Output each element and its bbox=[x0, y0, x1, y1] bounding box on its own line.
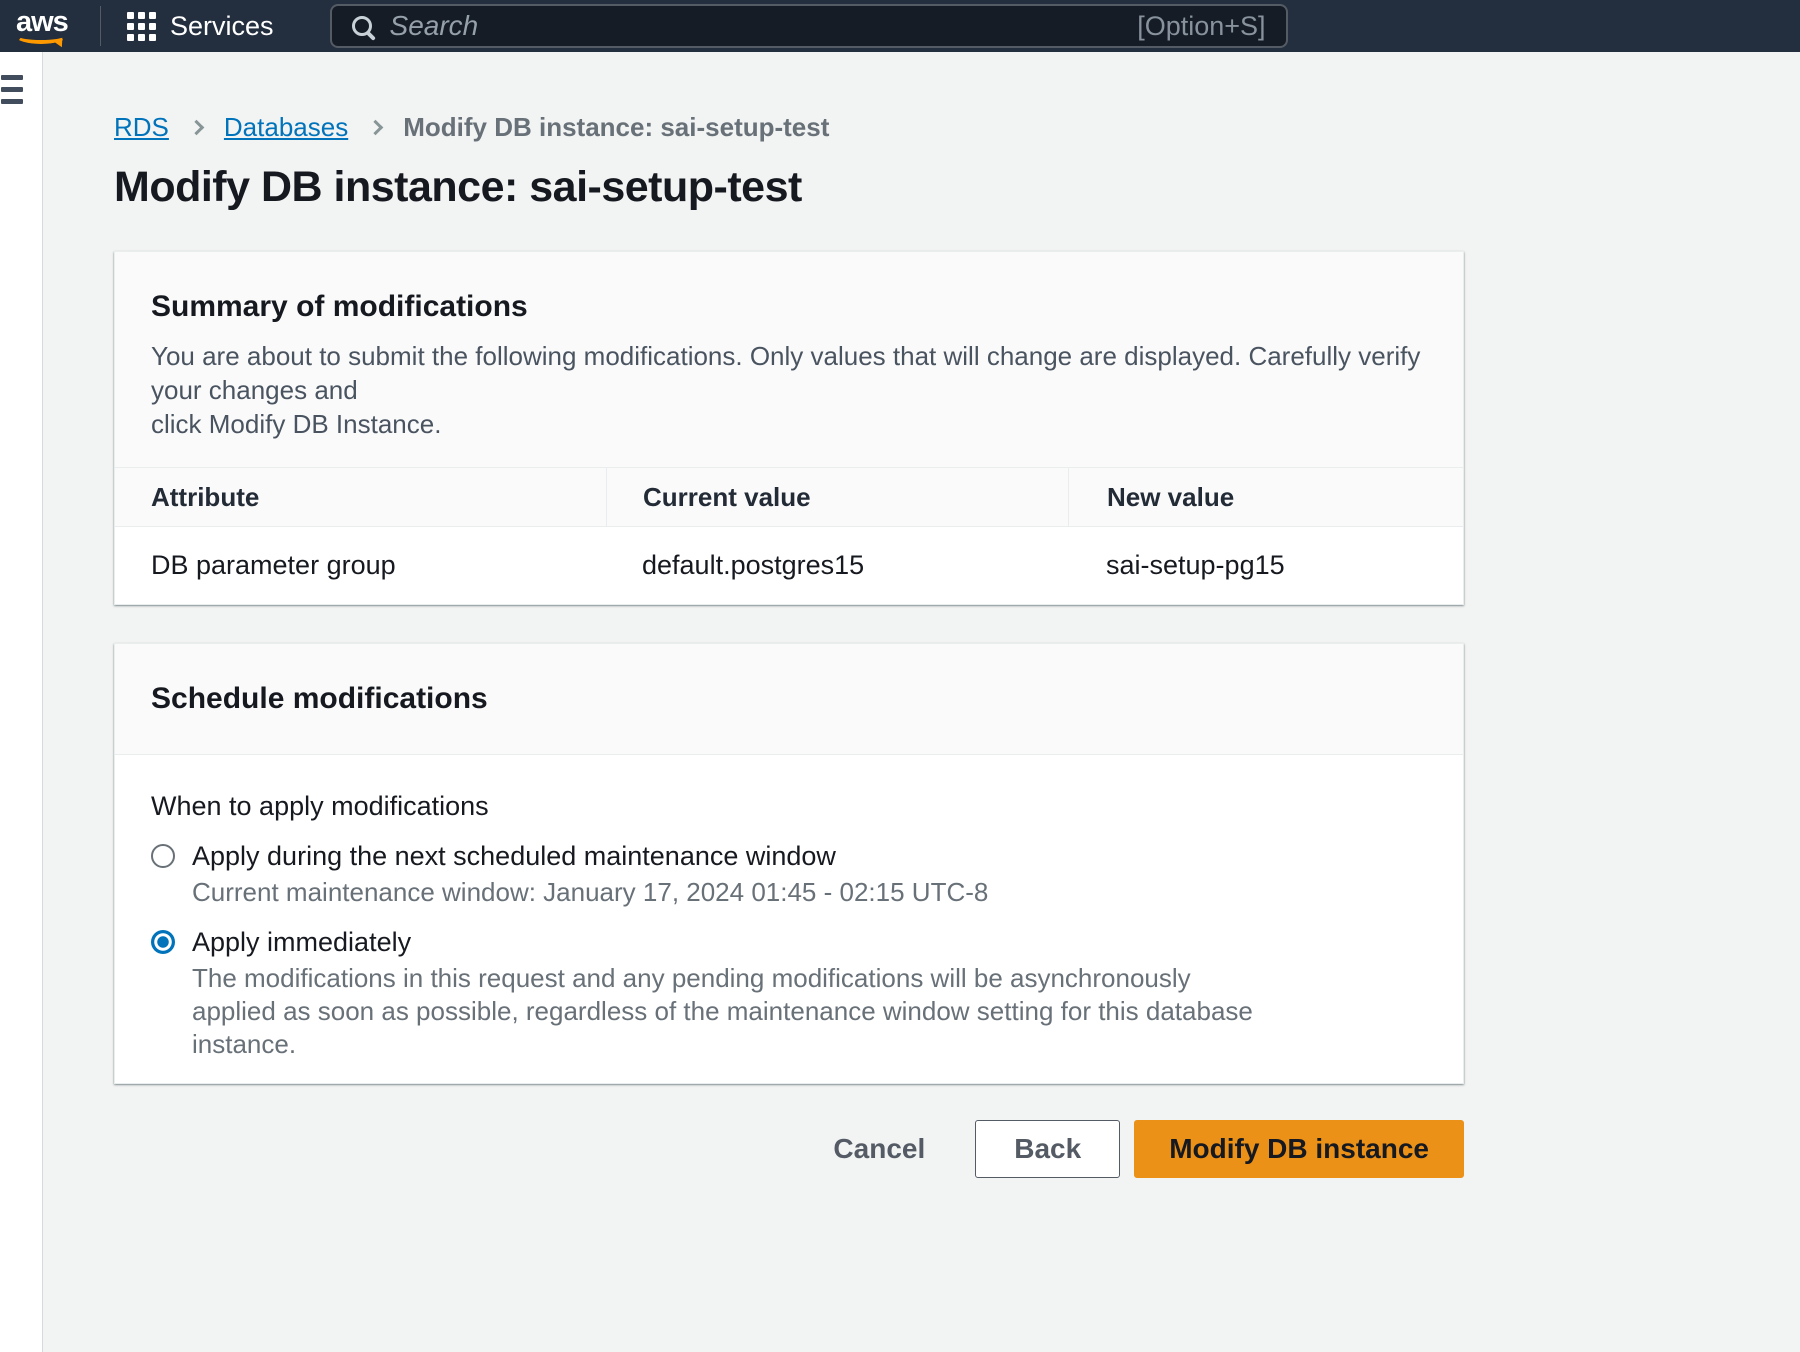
table-row: DB parameter group default.postgres15 sa… bbox=[115, 527, 1463, 604]
radio-unselected-icon[interactable] bbox=[151, 844, 175, 868]
radio-option-apply-immediately[interactable]: Apply immediately The modifications in t… bbox=[151, 925, 1427, 1061]
when-to-apply-label: When to apply modifications bbox=[151, 789, 1427, 823]
radio-option-maintenance-window[interactable]: Apply during the next scheduled maintena… bbox=[151, 839, 1427, 909]
cancel-button[interactable]: Cancel bbox=[807, 1120, 951, 1178]
summary-card-title: Summary of modifications bbox=[151, 288, 1427, 326]
back-button[interactable]: Back bbox=[975, 1120, 1120, 1178]
search-shortcut-hint: [Option+S] bbox=[1137, 11, 1265, 42]
summary-card-description: You are about to submit the following mo… bbox=[151, 339, 1427, 441]
schedule-card-title: Schedule modifications bbox=[151, 680, 1427, 718]
form-actions: Cancel Back Modify DB instance bbox=[114, 1120, 1464, 1178]
aws-smile-icon bbox=[16, 29, 66, 44]
schedule-modifications-card: Schedule modifications When to apply mod… bbox=[114, 643, 1464, 1084]
schedule-card-body: When to apply modifications Apply during… bbox=[115, 755, 1463, 1083]
modifications-table: Attribute Current value New value DB par… bbox=[115, 467, 1463, 604]
aws-logo[interactable]: aws bbox=[16, 9, 78, 44]
apply-immediately-description: The modifications in this request and an… bbox=[192, 962, 1253, 1061]
radio-label-apply-immediately: Apply immediately bbox=[192, 925, 1253, 959]
services-grid-icon bbox=[127, 12, 156, 41]
table-header-row: Attribute Current value New value bbox=[115, 467, 1463, 527]
chevron-right-icon bbox=[189, 120, 205, 136]
top-navigation-bar: aws Services Search [Option+S] bbox=[0, 0, 1800, 52]
collapsed-sidebar bbox=[0, 52, 43, 1352]
modify-db-instance-button[interactable]: Modify DB instance bbox=[1134, 1120, 1464, 1178]
cell-new-value: sai-setup-pg15 bbox=[1068, 550, 1463, 581]
services-menu-button[interactable]: Services bbox=[101, 0, 300, 52]
maintenance-window-description: Current maintenance window: January 17, … bbox=[192, 876, 988, 909]
search-icon bbox=[352, 16, 372, 36]
chevron-right-icon bbox=[368, 120, 384, 136]
radio-label-maintenance-window: Apply during the next scheduled maintena… bbox=[192, 839, 988, 873]
radio-selected-icon[interactable] bbox=[151, 930, 175, 954]
sidebar-hamburger-button[interactable] bbox=[1, 75, 23, 104]
column-header-attribute: Attribute bbox=[115, 468, 606, 526]
breadcrumb-link-databases[interactable]: Databases bbox=[224, 112, 348, 143]
schedule-card-header: Schedule modifications bbox=[115, 644, 1463, 755]
summary-of-modifications-card: Summary of modifications You are about t… bbox=[114, 251, 1464, 605]
search-placeholder: Search bbox=[390, 10, 1138, 42]
column-header-new-value: New value bbox=[1068, 468, 1463, 526]
global-search-input[interactable]: Search [Option+S] bbox=[330, 4, 1288, 48]
main-content: RDS Databases Modify DB instance: sai-se… bbox=[44, 52, 1800, 1178]
breadcrumb-link-rds[interactable]: RDS bbox=[114, 112, 169, 143]
breadcrumb: RDS Databases Modify DB instance: sai-se… bbox=[114, 112, 1464, 143]
services-label: Services bbox=[170, 11, 274, 42]
cell-attribute: DB parameter group bbox=[115, 550, 606, 581]
column-header-current-value: Current value bbox=[606, 468, 1068, 526]
cell-current-value: default.postgres15 bbox=[606, 550, 1068, 581]
page-title: Modify DB instance: sai-setup-test bbox=[114, 161, 1464, 213]
summary-card-header: Summary of modifications You are about t… bbox=[115, 252, 1463, 467]
breadcrumb-current-item: Modify DB instance: sai-setup-test bbox=[403, 112, 829, 143]
